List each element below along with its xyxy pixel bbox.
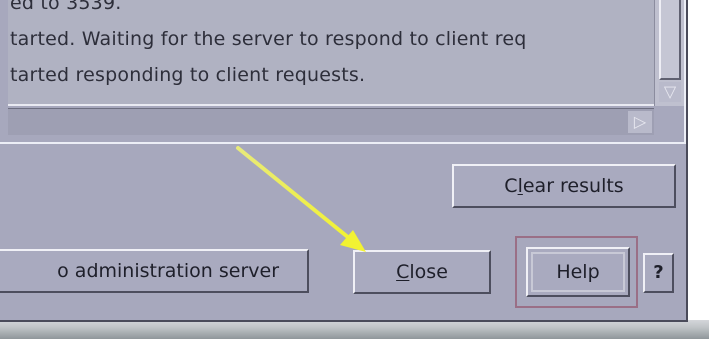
results-area-border [0, 142, 686, 144]
vertical-scroll-thumb[interactable] [659, 0, 681, 80]
screenshot: ed to 3539. tarted. Waiting for the serv… [0, 0, 709, 339]
results-area-border [684, 0, 686, 144]
clear-results-label: C [504, 175, 518, 197]
administration-server-button[interactable]: o administration server [0, 249, 309, 293]
clear-results-label-rest: ear results [522, 175, 624, 197]
log-line: tarted responding to client requests. [10, 64, 366, 86]
help-label: Help [556, 261, 600, 283]
clear-results-button[interactable]: Clear results [452, 164, 676, 208]
question-mark-icon: ? [653, 262, 664, 283]
results-area: ed to 3539. tarted. Waiting for the serv… [0, 0, 685, 146]
close-button[interactable]: Close [353, 250, 491, 294]
dialog-window: ed to 3539. tarted. Waiting for the serv… [0, 0, 688, 322]
log-line: ed to 3539. [10, 0, 122, 14]
context-help-button[interactable]: ? [643, 253, 674, 293]
scrollbar-corner [654, 108, 684, 134]
close-mnemonic: C [396, 261, 410, 283]
administration-server-label: o administration server [57, 260, 279, 282]
close-label-rest: lose [409, 261, 448, 283]
help-button[interactable]: Help [526, 247, 630, 297]
log-line: tarted. Waiting for the server to respon… [10, 28, 527, 50]
vertical-scrollbar[interactable]: ▽ [654, 0, 685, 106]
horizontal-scrollbar[interactable]: ▷ [8, 108, 654, 135]
results-textarea[interactable]: ed to 3539. tarted. Waiting for the serv… [8, 0, 654, 106]
scroll-down-arrow-icon[interactable]: ▽ [659, 82, 681, 102]
desktop-background [0, 320, 709, 339]
scroll-right-arrow-icon[interactable]: ▷ [628, 111, 652, 133]
